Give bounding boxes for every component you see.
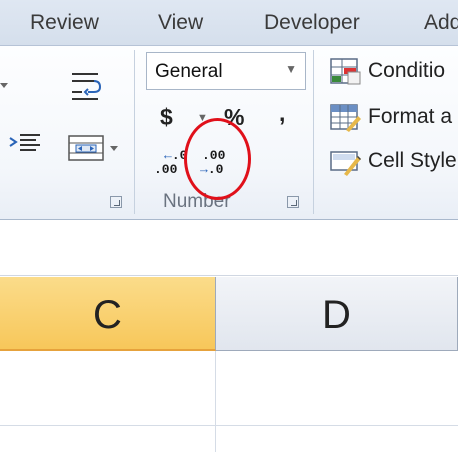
wrap-text-icon[interactable] (70, 70, 104, 104)
conditional-formatting-icon (330, 58, 362, 86)
accounting-format-button[interactable]: $ (160, 104, 173, 131)
gridline (215, 351, 216, 452)
tab-developer[interactable]: Developer (264, 11, 360, 35)
column-header-label: C (93, 293, 122, 337)
conditional-formatting-label: Conditio (368, 59, 446, 82)
number-format-value: General (155, 61, 223, 82)
ribbon-tab-strip: Review View Developer Add (0, 0, 458, 46)
ribbon: General ▼ $ ▼ % , ←.0 .00 .00 →.0 Number… (0, 46, 458, 220)
format-as-table-label: Format a (368, 105, 453, 128)
group-separator (313, 50, 314, 214)
arrow-left-icon: ← (164, 148, 172, 163)
column-header-c[interactable]: C (0, 277, 216, 351)
cell-styles-icon (330, 148, 362, 176)
chevron-down-icon: ▼ (285, 62, 297, 76)
number-format-select[interactable]: General ▼ (146, 52, 306, 90)
cell-styles-label: Cell Style (368, 149, 457, 172)
highlight-circle-annotation (184, 118, 251, 200)
increase-decimal-bottom: .00 (154, 162, 178, 177)
alignment-dialog-launcher-icon[interactable] (110, 196, 122, 208)
align-indent-icon[interactable] (8, 132, 42, 156)
comma-style-button[interactable]: , (279, 100, 285, 127)
gridline (0, 425, 458, 426)
tab-view[interactable]: View (158, 11, 203, 35)
formula-bar[interactable] (0, 220, 458, 276)
group-separator (134, 50, 135, 214)
merge-center-icon[interactable] (68, 134, 124, 162)
tab-add-ins[interactable]: Add (424, 11, 458, 35)
format-as-table-icon (330, 104, 362, 132)
chevron-down-icon[interactable] (0, 82, 10, 90)
worksheet-grid[interactable] (0, 351, 458, 452)
number-dialog-launcher-icon[interactable] (287, 196, 299, 208)
column-header-label: D (322, 293, 351, 337)
column-header-d[interactable]: D (216, 277, 458, 351)
tab-review[interactable]: Review (30, 11, 99, 35)
